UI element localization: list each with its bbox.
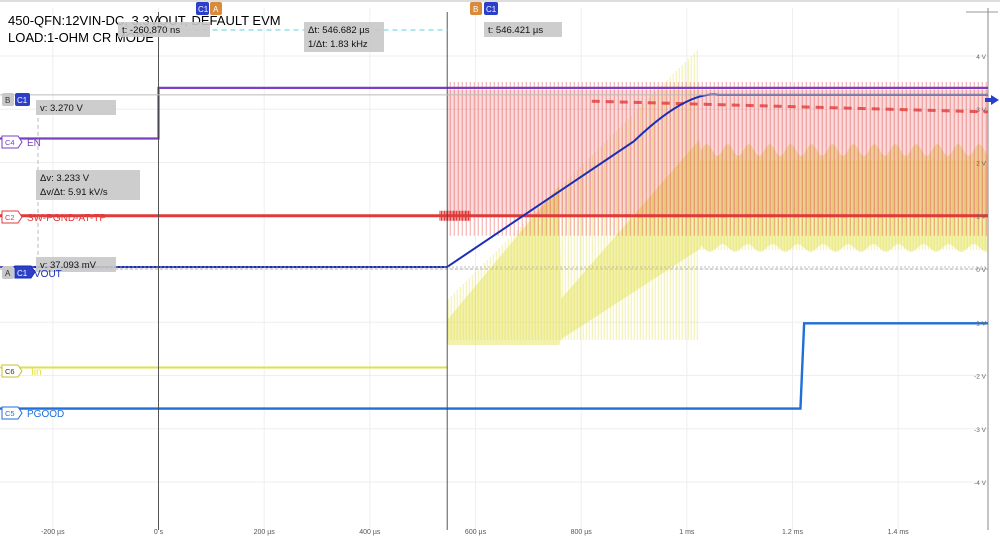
x-tick-label: 1 ms: [679, 529, 695, 536]
channel-label-pgood[interactable]: C5 PGOOD: [1, 406, 64, 420]
svg-text:t: 546.421 µs: t: 546.421 µs: [488, 25, 543, 36]
svg-text:VOUT: VOUT: [34, 269, 62, 280]
svg-text:Δt: 546.682 µs: Δt: 546.682 µs: [308, 25, 370, 36]
oscilloscope-screen: -200 µs 0 s 200 µs 400 µs 600 µs 800 µs 1 ms 1.…: [0, 0, 1000, 539]
svg-text:C1: C1: [198, 5, 209, 14]
svg-text:1/Δt: 1.83 kHz: 1/Δt: 1.83 kHz: [308, 39, 368, 50]
svg-text:C5: C5: [5, 409, 15, 418]
y-tick-label: -3 V: [974, 427, 987, 434]
x-tick-label: 600 µs: [465, 529, 487, 536]
cursor-b-voltage-readout: v: 3.270 V: [36, 100, 116, 115]
channel-label-vout[interactable]: C1 VOUT: [14, 265, 62, 280]
svg-text:PGOOD: PGOOD: [27, 409, 64, 420]
x-tick-label: 400 µs: [359, 529, 381, 536]
x-tick-label: -200 µs: [41, 529, 65, 536]
y-tick-label: 0 V: [976, 267, 986, 274]
svg-text:A: A: [5, 269, 11, 278]
cursor-b-time-readout: t: 546.421 µs: [484, 22, 562, 37]
y-tick-label: 1 V: [976, 214, 986, 221]
svg-text:C1: C1: [17, 269, 28, 278]
cursor-a-level-tag[interactable]: A: [2, 266, 14, 279]
x-tick-label: 200 µs: [254, 529, 276, 536]
svg-text:v: 3.270 V: v: 3.270 V: [40, 103, 83, 114]
x-tick-label: 1.4 ms: [888, 529, 910, 536]
cursor-delta-time-readout: Δt: 546.682 µs 1/Δt: 1.83 kHz: [304, 22, 384, 52]
svg-text:Δv/Δt: 5.91 kV/s: Δv/Δt: 5.91 kV/s: [40, 187, 108, 198]
svg-text:t: -260.870 ns: t: -260.870 ns: [122, 25, 180, 36]
y-tick-label: 3 V: [976, 107, 986, 114]
channel-label-sw[interactable]: C2 SW-PGND-AT-TP: [1, 210, 106, 224]
svg-text:C1: C1: [17, 96, 28, 105]
svg-text:B: B: [473, 5, 478, 14]
cursor-delta-voltage-readout: Δv: 3.233 V Δv/Δt: 5.91 kV/s: [36, 170, 140, 200]
svg-text:Δv: 3.233 V: Δv: 3.233 V: [40, 173, 90, 184]
svg-text:C1: C1: [486, 5, 497, 14]
waveform-plot: -200 µs 0 s 200 µs 400 µs 600 µs 800 µs 1 ms 1.…: [0, 0, 1000, 539]
x-tick-label: 800 µs: [571, 529, 593, 536]
cursor-a-time-readout: t: -260.870 ns: [118, 22, 210, 37]
y-tick-label: -4 V: [974, 480, 987, 487]
svg-text:Iin: Iin: [31, 367, 42, 378]
x-tick-label: 0 s: [154, 529, 164, 536]
y-tick-label: -1 V: [974, 320, 987, 327]
cursor-b-level-tag[interactable]: B C1: [2, 93, 30, 106]
svg-text:C6: C6: [5, 367, 15, 376]
svg-text:B: B: [5, 96, 10, 105]
y-tick-label: -2 V: [974, 374, 987, 381]
svg-text:C4: C4: [5, 138, 15, 147]
svg-text:C2: C2: [5, 213, 15, 222]
y-tick-label: 4 V: [976, 54, 986, 61]
y-tick-label: 2 V: [976, 160, 986, 167]
svg-text:SW-PGND-AT-TP: SW-PGND-AT-TP: [27, 213, 106, 224]
x-tick-label: 1.2 ms: [782, 529, 804, 536]
svg-text:EN: EN: [27, 138, 41, 149]
svg-text:A: A: [213, 5, 219, 14]
